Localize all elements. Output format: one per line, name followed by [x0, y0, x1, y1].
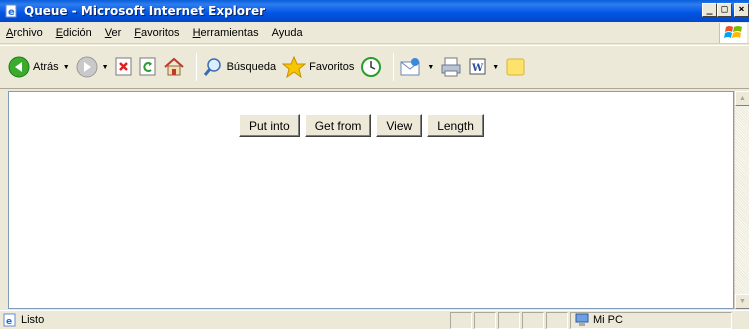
menu-favoritos[interactable]: Favoritos [134, 27, 179, 39]
status-main: e Listo [0, 312, 448, 329]
queue-button-row: Put into Get from View Length [239, 114, 484, 137]
back-button[interactable]: Atrás ▼ [8, 51, 70, 83]
status-text: Listo [21, 314, 45, 326]
forward-arrow-icon [76, 56, 98, 78]
length-button[interactable]: Length [427, 114, 484, 137]
zone-label: Mi PC [593, 314, 623, 326]
stop-button[interactable] [115, 51, 133, 83]
home-icon [163, 57, 184, 76]
status-panel [522, 311, 544, 329]
refresh-icon [139, 57, 156, 76]
back-arrow-icon [8, 56, 30, 78]
menu-ver[interactable]: Ver [105, 27, 122, 39]
scroll-down-icon[interactable]: ▼ [735, 294, 749, 309]
favorites-button[interactable]: Favoritos [282, 51, 354, 83]
svg-text:e: e [6, 317, 12, 327]
ie-page-icon: e [4, 3, 20, 19]
mail-button[interactable]: ▼ [399, 51, 434, 83]
forward-button[interactable]: ▼ [76, 51, 109, 83]
window-title: Queue - Microsoft Internet Explorer [24, 4, 266, 18]
favorites-label: Favoritos [309, 61, 355, 73]
history-button[interactable] [360, 51, 382, 83]
search-button[interactable]: Búsqueda [202, 51, 277, 83]
edit-button[interactable]: W ▼ [468, 51, 499, 83]
toolbar-separator [393, 53, 395, 81]
status-panel [498, 311, 520, 329]
page-done-icon: e [3, 313, 16, 327]
put-into-button[interactable]: Put into [239, 114, 300, 137]
computer-icon [575, 313, 589, 326]
minimize-button[interactable]: _ [702, 3, 717, 17]
refresh-button[interactable] [139, 51, 157, 83]
printer-icon [441, 57, 461, 77]
star-icon [282, 56, 307, 78]
close-button[interactable]: × [734, 3, 749, 17]
toolbar-separator [195, 53, 197, 81]
get-from-button[interactable]: Get from [304, 114, 372, 137]
note-icon [506, 58, 525, 76]
standard-toolbar: Atrás ▼ ▼ Búsqueda Favoritos ▼ W ▼ [0, 45, 749, 89]
svg-text:e: e [8, 7, 15, 18]
menu-herramientas[interactable]: Herramientas [193, 27, 259, 39]
windows-logo-icon [719, 23, 747, 43]
search-icon [203, 58, 221, 76]
view-button[interactable]: View [376, 114, 423, 137]
word-document-icon: W [469, 58, 486, 75]
edit-dropdown-icon[interactable]: ▼ [492, 64, 499, 71]
mail-icon [400, 58, 420, 76]
svg-text:W: W [471, 63, 484, 74]
status-panel [450, 311, 472, 329]
status-panel [474, 311, 496, 329]
forward-dropdown-icon[interactable]: ▼ [102, 64, 109, 71]
stop-icon [115, 57, 132, 76]
security-zone: Mi PC [570, 311, 732, 329]
menu-edicion[interactable]: Edición [56, 27, 92, 39]
mail-dropdown-icon[interactable]: ▼ [427, 64, 434, 71]
title-bar[interactable]: e Queue - Microsoft Internet Explorer _ … [0, 0, 749, 22]
page-content[interactable]: Put into Get from View Length [8, 91, 734, 309]
scroll-up-icon[interactable]: ▲ [735, 91, 749, 106]
print-button[interactable] [440, 51, 462, 83]
menu-archivo[interactable]: Archivo [6, 27, 43, 39]
maximize-button[interactable]: □ [717, 3, 732, 17]
back-dropdown-icon[interactable]: ▼ [63, 64, 70, 71]
status-panel [546, 311, 568, 329]
search-label: Búsqueda [226, 61, 277, 73]
menu-bar: Archivo Edición Ver Favoritos Herramient… [0, 22, 749, 44]
messenger-button[interactable] [505, 51, 527, 83]
status-bar: e Listo Mi PC [0, 310, 749, 329]
menu-ayuda[interactable]: Ayuda [272, 27, 303, 39]
history-icon [361, 57, 382, 77]
vertical-scrollbar[interactable]: ▲ ▼ [734, 91, 749, 309]
back-label: Atrás [33, 61, 59, 73]
home-button[interactable] [163, 51, 185, 83]
